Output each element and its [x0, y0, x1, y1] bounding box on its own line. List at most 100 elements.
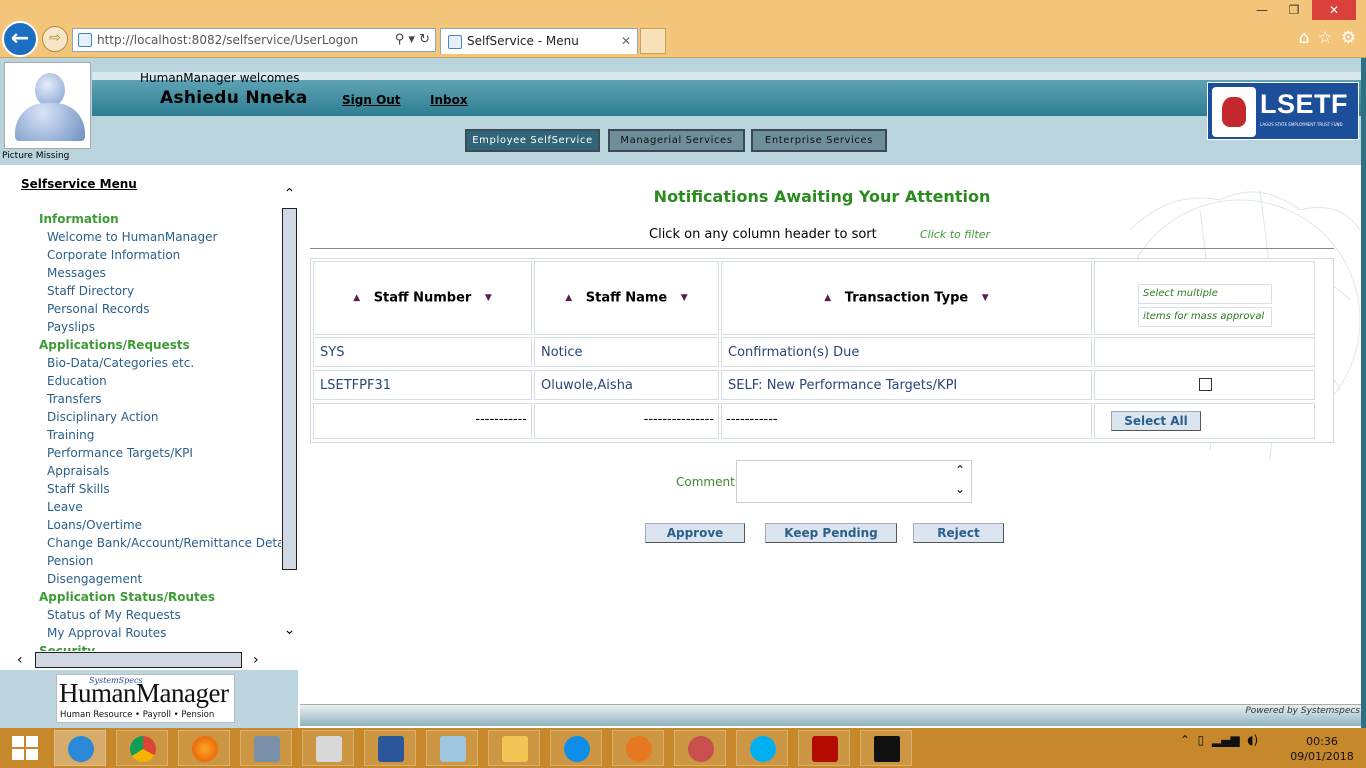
- system-tray-icons[interactable]: ⌃ ▯ ▂▄▆ ◖): [1180, 733, 1258, 747]
- select-all-button[interactable]: Select All: [1111, 411, 1201, 431]
- powered-by: Powered by Systemspecs: [1245, 706, 1360, 716]
- column-label: Staff Name: [585, 290, 668, 306]
- taskbar-clock[interactable]: 00:36 09/01/2018: [1290, 734, 1354, 764]
- notepad-icon[interactable]: [426, 730, 478, 766]
- forward-button[interactable]: ⇨: [42, 26, 68, 52]
- sort-desc-icon[interactable]: ▼: [681, 293, 688, 303]
- back-button[interactable]: ←: [2, 21, 38, 57]
- close-window-button[interactable]: ✕: [1312, 0, 1356, 20]
- sidebar-item[interactable]: Staff Skills: [47, 482, 110, 496]
- sidebar-item[interactable]: Leave: [47, 500, 83, 514]
- command-prompt-icon[interactable]: [860, 730, 912, 766]
- sidebar-item[interactable]: Loans/Overtime: [47, 518, 142, 532]
- sidebar-item[interactable]: Bio-Data/Categories etc.: [47, 356, 194, 370]
- sidebar-item[interactable]: Welcome to HumanManager: [47, 230, 217, 244]
- avatar-body-icon: [15, 103, 85, 141]
- sort-asc-icon[interactable]: ▲: [824, 293, 831, 303]
- chrome-icon[interactable]: [116, 730, 168, 766]
- tab-employee-selfservice[interactable]: Employee SelfService: [465, 129, 600, 152]
- sidebar-section-information[interactable]: Information: [39, 212, 119, 226]
- paint-icon[interactable]: [612, 730, 664, 766]
- minimize-button[interactable]: —: [1248, 0, 1276, 20]
- page-title: Notifications Awaiting Your Attention: [653, 187, 991, 206]
- sidebar-item[interactable]: My Approval Routes: [47, 626, 166, 640]
- keep-pending-button[interactable]: Keep Pending: [765, 523, 897, 543]
- reject-button[interactable]: Reject: [913, 523, 1004, 543]
- snipping-tool-icon[interactable]: [674, 730, 726, 766]
- vertical-scrollbar-thumb[interactable]: [282, 208, 297, 570]
- sidebar-item[interactable]: Training: [47, 428, 94, 442]
- column-header-staff-name[interactable]: ▲ Staff Name ▼: [534, 261, 719, 335]
- sidebar-item[interactable]: Pension: [47, 554, 93, 568]
- sidebar-item[interactable]: Performance Targets/KPI: [47, 446, 193, 460]
- tab-enterprise-services[interactable]: Enterprise Services: [751, 129, 887, 152]
- cell-transaction-type[interactable]: SELF: New Performance Targets/KPI: [721, 370, 1092, 400]
- sidebar-item[interactable]: Corporate Information: [47, 248, 180, 262]
- column-header-staff-number[interactable]: ▲ Staff Number ▼: [313, 261, 532, 335]
- select-multiple-hint: Select multiple: [1138, 284, 1272, 304]
- teamviewer-icon[interactable]: [550, 730, 602, 766]
- search-refresh-icon[interactable]: ⚲ ▾ ↻: [395, 29, 430, 51]
- window-controls: — ❐ ✕: [1248, 0, 1356, 20]
- sidebar-section-status-routes[interactable]: Application Status/Routes: [39, 590, 215, 604]
- firefox-icon[interactable]: [178, 730, 230, 766]
- close-tab-icon[interactable]: ✕: [621, 29, 631, 54]
- approve-button[interactable]: Approve: [645, 523, 745, 543]
- tools-icon[interactable]: [240, 730, 292, 766]
- sidebar-item[interactable]: Messages: [47, 266, 106, 280]
- humanmanager-logo: SystemSpecs HumanManager Human Resource …: [56, 674, 235, 723]
- row-select-checkbox[interactable]: [1199, 378, 1212, 391]
- horizontal-scrollbar-thumb[interactable]: [35, 652, 242, 668]
- filter-link[interactable]: Click to filter: [920, 228, 990, 241]
- comment-scroll-down-icon[interactable]: ⌄: [955, 482, 965, 496]
- new-tab-button[interactable]: [640, 28, 666, 54]
- column-header-transaction-type[interactable]: ▲ Transaction Type ▼: [721, 261, 1092, 335]
- scroll-right-icon[interactable]: ›: [253, 652, 259, 668]
- sidebar-item[interactable]: Appraisals: [47, 464, 109, 478]
- settings-gear-icon[interactable]: ⚙: [1341, 28, 1356, 48]
- sidebar-item[interactable]: Staff Directory: [47, 284, 134, 298]
- sort-asc-icon[interactable]: ▲: [565, 293, 572, 303]
- inbox-link[interactable]: Inbox: [430, 93, 468, 107]
- cell-staff-number[interactable]: LSETFPF31: [313, 370, 532, 400]
- home-icon[interactable]: ⌂: [1299, 28, 1310, 48]
- file-explorer-icon[interactable]: [488, 730, 540, 766]
- sidebar-item[interactable]: Disciplinary Action: [47, 410, 158, 424]
- cell-transaction-type[interactable]: Confirmation(s) Due: [721, 337, 1092, 367]
- sidebar-item[interactable]: Education: [47, 374, 107, 388]
- scroll-left-icon[interactable]: ‹: [17, 652, 23, 668]
- sidebar-section-security[interactable]: Security: [39, 644, 95, 651]
- tab-managerial-services[interactable]: Managerial Services: [608, 129, 745, 152]
- acrobat-icon[interactable]: [798, 730, 850, 766]
- scroll-down-icon[interactable]: ⌄: [281, 622, 298, 638]
- cell-staff-name[interactable]: Oluwole,Aisha: [534, 370, 719, 400]
- browser-tab[interactable]: SelfService - Menu ✕: [440, 28, 638, 54]
- sidebar-item[interactable]: Payslips: [47, 320, 95, 334]
- cell-staff-name[interactable]: Notice: [534, 337, 719, 367]
- sort-asc-icon[interactable]: ▲: [353, 293, 360, 303]
- sidebar-item[interactable]: Personal Records: [47, 302, 150, 316]
- internet-explorer-icon[interactable]: [54, 730, 106, 766]
- sidebar-item[interactable]: Disengagement: [47, 572, 142, 586]
- cell-staff-number[interactable]: SYS: [313, 337, 532, 367]
- restore-button[interactable]: ❐: [1280, 0, 1308, 20]
- sidebar-section-applications[interactable]: Applications/Requests: [39, 338, 190, 352]
- sidebar-item[interactable]: Change Bank/Account/Remittance Details: [47, 536, 281, 550]
- sign-out-link[interactable]: Sign Out: [342, 93, 401, 107]
- skype-icon[interactable]: [736, 730, 788, 766]
- calculator-icon[interactable]: [302, 730, 354, 766]
- word-icon[interactable]: [364, 730, 416, 766]
- sort-desc-icon[interactable]: ▼: [982, 293, 989, 303]
- windows-start-icon[interactable]: [12, 736, 38, 760]
- sidebar-item[interactable]: Transfers: [47, 392, 102, 406]
- comment-scroll-up-icon[interactable]: ⌃: [955, 463, 965, 477]
- footer-bar: [300, 704, 1362, 726]
- scroll-up-icon[interactable]: ⌃: [281, 186, 298, 202]
- logo-subtext: LAGOS STATE EMPLOYMENT TRUST FUND: [1260, 122, 1343, 127]
- favorites-star-icon[interactable]: ☆: [1318, 28, 1333, 48]
- sidebar-item[interactable]: Status of My Requests: [47, 608, 181, 622]
- column-label: Transaction Type: [844, 290, 969, 306]
- comment-textarea[interactable]: [736, 460, 972, 503]
- sort-desc-icon[interactable]: ▼: [485, 293, 492, 303]
- address-bar[interactable]: http://localhost:8082/selfservice/UserLo…: [72, 28, 436, 52]
